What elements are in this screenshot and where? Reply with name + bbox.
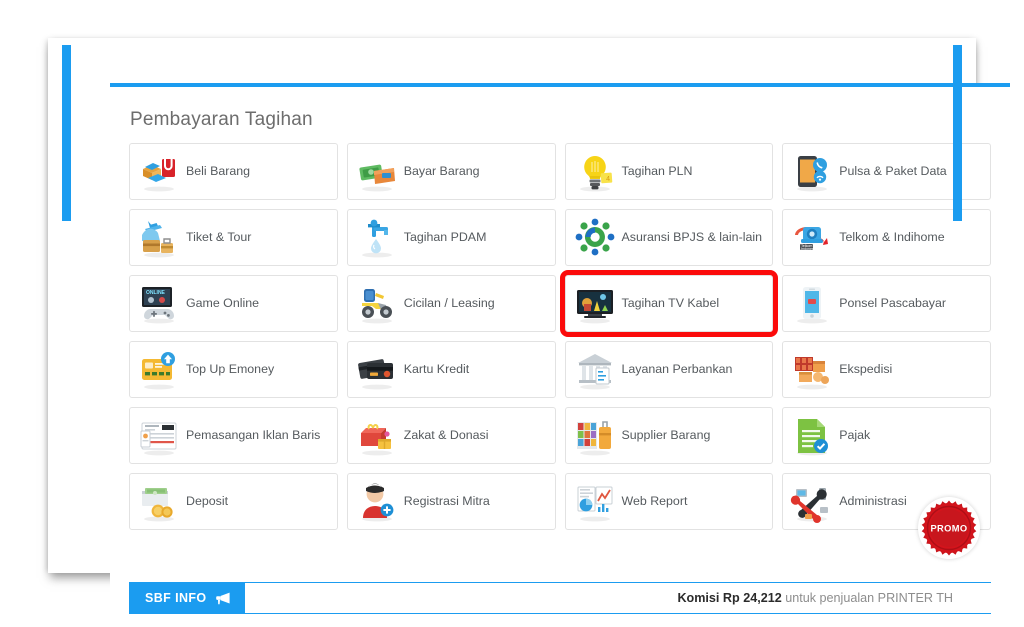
tools-devices-icon <box>789 479 835 525</box>
promo-seal-icon: PROMO <box>921 500 977 556</box>
menu-card-web-report[interactable]: Web Report <box>564 473 774 530</box>
report-chart-icon <box>572 479 618 525</box>
television-icon <box>572 281 618 327</box>
menu-card-label: Layanan Perbankan <box>621 362 733 377</box>
cash-wallet-icon <box>354 149 400 195</box>
scrollbar-thumb-right[interactable] <box>953 45 962 221</box>
menu-card-label: Kartu Kredit <box>403 362 470 377</box>
menu-card-label: Pajak <box>839 428 871 443</box>
menu-card-label: Asuransi BPJS & lain-lain <box>621 230 763 245</box>
menu-card-label: Web Report <box>621 494 688 509</box>
menu-card-pemasangan-iklan-baris[interactable]: Pemasangan Iklan Baris <box>129 407 338 464</box>
menu-card-deposit[interactable]: Deposit <box>129 473 338 530</box>
menu-card-tagihan-tv-kabel[interactable]: Tagihan TV Kabel <box>559 270 779 337</box>
menu-card-label: Zakat & Donasi <box>403 428 489 443</box>
lightbulb-icon: 4 <box>572 149 618 195</box>
menu-card-label: Game Online <box>186 296 260 311</box>
ticker-description: untuk penjualan PRINTER TH <box>781 591 953 605</box>
menu-card-game-online[interactable]: ONLINE Game Online <box>129 275 338 332</box>
menu-grid: Beli Barang Bayar Barang 4 Tagihan PLN Pulsa… <box>129 143 991 530</box>
ticker-region: Komisi Rp 24,212 untuk penjualan PRINTER… <box>245 583 991 613</box>
menu-card-ekspedisi[interactable]: Ekspedisi <box>782 341 991 398</box>
scrollbar-thumb-left[interactable] <box>62 45 71 221</box>
menu-card-ponsel-pascabayar[interactable]: Ponsel Pascabayar <box>782 275 991 332</box>
menu-card-label: Bayar Barang <box>403 164 480 179</box>
menu-card-label: Tagihan PLN <box>621 164 693 179</box>
bpjs-logo-icon <box>572 215 618 261</box>
telephone-telkom-icon: Telkom Indonesia <box>789 215 835 261</box>
menu-card-asuransi-bpjs-lain-lain[interactable]: Asuransi BPJS & lain-lain <box>564 209 774 266</box>
menu-card-label: Tagihan TV Kabel <box>621 296 720 311</box>
airplane-luggage-icon <box>136 215 182 261</box>
money-coins-icon <box>136 479 182 525</box>
menu-card-label: Supplier Barang <box>621 428 711 443</box>
menu-card-zakat-donasi[interactable]: Zakat & Donasi <box>346 407 556 464</box>
menu-card-label: Tagihan PDAM <box>403 230 487 245</box>
menu-card-label: Cicilan / Leasing <box>403 296 495 311</box>
donation-box-icon <box>354 413 400 459</box>
sbf-info-tag[interactable]: SBF INFO <box>129 583 245 613</box>
mobile-phone-icon <box>789 281 835 327</box>
credit-cards-icon <box>354 347 400 393</box>
info-bar: SBF INFO Komisi Rp 24,212 untuk penjuala… <box>129 582 991 614</box>
menu-card-label: Beli Barang <box>186 164 251 179</box>
menu-card-layanan-perbankan[interactable]: Layanan Perbankan <box>564 341 774 398</box>
add-user-icon <box>354 479 400 525</box>
ticker-text: Komisi Rp 24,212 untuk penjualan PRINTER… <box>677 591 991 605</box>
menu-card-label: Pemasangan Iklan Baris <box>186 428 321 443</box>
svg-text:ONLINE: ONLINE <box>146 290 166 296</box>
ticker-amount: Komisi Rp 24,212 <box>677 591 782 605</box>
menu-card-cicilan-leasing[interactable]: Cicilan / Leasing <box>346 275 556 332</box>
menu-card-label: Tiket & Tour <box>186 230 252 245</box>
menu-card-label: Ponsel Pascabayar <box>839 296 947 311</box>
bank-building-icon <box>572 347 618 393</box>
delivery-boxes-icon <box>789 347 835 393</box>
menu-card-label: Registrasi Mitra <box>403 494 490 509</box>
gamepad-online-icon: ONLINE <box>136 281 182 327</box>
shelf-suitcase-icon <box>572 413 618 459</box>
content-card: Pembayaran Tagihan Beli Barang Bayar Bara… <box>110 83 1010 614</box>
window-panel: Pembayaran Tagihan Beli Barang Bayar Bara… <box>48 38 1010 614</box>
menu-card-kartu-kredit[interactable]: Kartu Kredit <box>346 341 556 398</box>
menu-card-registrasi-mitra[interactable]: Registrasi Mitra <box>346 473 556 530</box>
menu-card-tagihan-pln[interactable]: 4 Tagihan PLN <box>564 143 774 200</box>
menu-card-beli-barang[interactable]: Beli Barang <box>129 143 338 200</box>
page-title: Pembayaran Tagihan <box>130 109 313 130</box>
menu-card-label: Telkom & Indihome <box>839 230 945 245</box>
menu-card-label: Deposit <box>186 494 229 509</box>
menu-card-pajak[interactable]: Pajak <box>782 407 991 464</box>
menu-card-label: Ekspedisi <box>839 362 893 377</box>
svg-text:Indonesia: Indonesia <box>801 247 817 251</box>
smartphone-signal-icon <box>789 149 835 195</box>
newspaper-ad-icon <box>136 413 182 459</box>
menu-card-label: Administrasi <box>839 494 907 509</box>
svg-text:4: 4 <box>605 175 609 182</box>
shopping-bag-box-icon <box>136 149 182 195</box>
water-tap-icon <box>354 215 400 261</box>
menu-card-label: Top Up Emoney <box>186 362 275 377</box>
motorcycle-icon <box>354 281 400 327</box>
menu-card-supplier-barang[interactable]: Supplier Barang <box>564 407 774 464</box>
sbf-info-label: SBF INFO <box>145 591 207 605</box>
menu-card-tiket-tour[interactable]: Tiket & Tour <box>129 209 338 266</box>
menu-card-bayar-barang[interactable]: Bayar Barang <box>346 143 556 200</box>
menu-card-top-up-emoney[interactable]: Top Up Emoney <box>129 341 338 398</box>
menu-card-tagihan-pdam[interactable]: Tagihan PDAM <box>346 209 556 266</box>
menu-card-label: Pulsa & Paket Data <box>839 164 947 179</box>
promo-label: PROMO <box>930 523 967 533</box>
promo-badge[interactable]: PROMO <box>918 497 980 559</box>
emoney-card-icon <box>136 347 182 393</box>
megaphone-icon <box>215 592 231 605</box>
tax-document-icon <box>789 413 835 459</box>
